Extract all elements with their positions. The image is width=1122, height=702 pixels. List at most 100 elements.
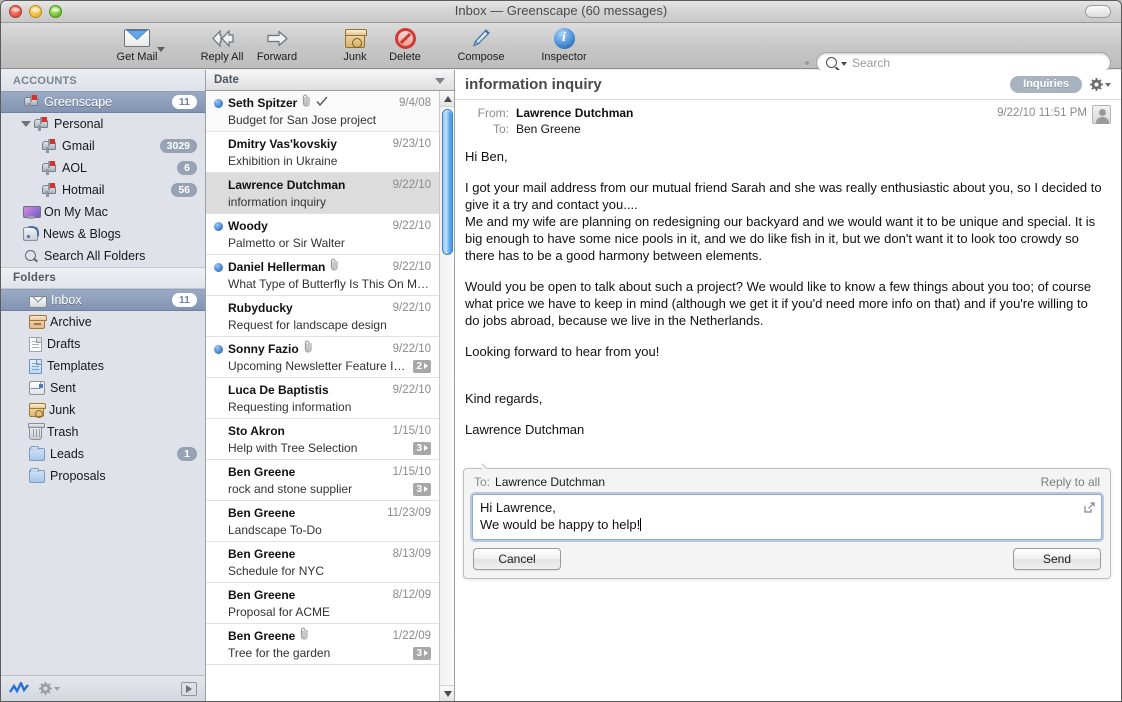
toolbar-delete-button[interactable]: Delete [369, 26, 441, 63]
popout-icon[interactable] [1084, 500, 1095, 513]
table-row[interactable]: Ben Greene 8/12/09 Proposal for ACME [206, 583, 439, 624]
sidebar-item-junk[interactable]: Junk [1, 399, 205, 421]
sort-descending-icon[interactable] [435, 78, 445, 84]
table-row[interactable]: Woody 9/22/10 Palmetto or Sir Walter [206, 214, 439, 255]
sidebar-item-leads[interactable]: Leads 1 [1, 443, 205, 465]
table-row[interactable]: Ben Greene 8/13/09 Schedule for NYC [206, 542, 439, 583]
thread-count-badge[interactable]: 2 [413, 359, 431, 373]
unread-dot[interactable] [214, 221, 223, 231]
sidebar-item-label: News & Blogs [43, 227, 121, 241]
table-row[interactable]: Sto Akron 1/15/10 Help with Tree Selection… [206, 419, 439, 460]
table-row[interactable]: Luca De Baptistis 9/22/10 Requesting infor… [206, 378, 439, 419]
from-label: From: [477, 106, 509, 120]
message-actions-menu[interactable] [1090, 78, 1111, 91]
from-value[interactable]: Lawrence Dutchman [516, 106, 633, 120]
table-row[interactable]: Lawrence Dutchman 9/22/10 information inqu… [206, 173, 439, 214]
send-button[interactable]: Send [1013, 548, 1101, 570]
mail-window: Inbox — Greenscape (60 messages) Get Mai… [0, 0, 1122, 702]
table-row[interactable]: Ben Greene 1/22/09 Tree for the garden 3 [206, 624, 439, 665]
message-subject-preview: Request for landscape design [228, 318, 387, 332]
screen-icon [23, 205, 41, 219]
message-sender: Ben Greene [228, 547, 296, 561]
scrollbar-thumb[interactable] [442, 109, 453, 255]
thread-count-badge[interactable]: 3 [413, 441, 431, 455]
unread-badge: 11 [171, 293, 197, 307]
message-list-scrollbar[interactable] [439, 91, 454, 701]
scroll-down-icon[interactable] [440, 685, 454, 701]
text-cursor [640, 518, 642, 531]
message-subject-preview: What Type of Butterfly Is This On M… [228, 277, 429, 291]
mailbox-icon [41, 182, 57, 198]
toolbar-get-mail-button[interactable]: Get Mail [101, 26, 173, 63]
show-pane-icon[interactable] [181, 681, 197, 696]
toolbar-label: Compose [457, 51, 505, 63]
sidebar-item-inbox[interactable]: Inbox 11 [1, 289, 205, 311]
sidebar-item-label: Sent [50, 381, 76, 395]
table-row[interactable]: Daniel Hellerman 9/22/10 What Type of Butt… [206, 255, 439, 296]
mailbox-icon [33, 116, 49, 132]
message-date: 9/22/10 [392, 179, 431, 191]
thread-count-badge[interactable]: 3 [413, 482, 431, 496]
unread-dot[interactable] [214, 344, 223, 354]
sidebar-item-news-blogs[interactable]: News & Blogs [1, 223, 205, 245]
message-viewer: information inquiry Inquiries From: Lawr… [455, 70, 1121, 701]
chevron-down-icon [54, 686, 60, 691]
sidebar-item-aol[interactable]: AOL 6 [1, 157, 205, 179]
message-date: 9/22/10 [392, 302, 431, 314]
sidebar-item-proposals[interactable]: Proposals [1, 465, 205, 487]
table-row[interactable]: Sonny Fazio 9/22/10 Upcoming Newsletter Fe… [206, 337, 439, 378]
sidebar-item-search-all-folders[interactable]: Search All Folders [1, 245, 205, 267]
sidebar-item-templates[interactable]: Templates [1, 355, 205, 377]
thread-count-badge[interactable]: 3 [413, 646, 431, 660]
reply-to-row: To: Lawrence Dutchman Reply to all [472, 475, 1102, 489]
reply-text-input[interactable]: Hi Lawrence, We would be happy to help! [472, 494, 1102, 540]
body-paragraph: I got your mail address from our mutual … [465, 180, 1102, 212]
table-row[interactable]: Ben Greene 1/15/10 rock and stone supplier… [206, 460, 439, 501]
toolbar-label: Inspector [541, 51, 587, 63]
message-subject-preview: Proposal for ACME [228, 605, 331, 619]
search-icon [826, 57, 837, 68]
message-subject-preview: Schedule for NYC [228, 564, 325, 578]
activity-chart-icon[interactable] [9, 679, 29, 696]
sidebar-item-hotmail[interactable]: Hotmail 56 [1, 179, 205, 201]
table-row[interactable]: Ben Greene 11/23/09 Landscape To-Do [206, 501, 439, 542]
gear-icon[interactable] [39, 682, 60, 695]
scroll-up-icon[interactable] [440, 91, 454, 107]
callout-arrow [482, 462, 494, 469]
toolbar-toggle-button[interactable] [1085, 5, 1111, 18]
message-body: Hi Ben, I got your mail address from our… [455, 142, 1121, 701]
message-list-header[interactable]: Date [206, 70, 454, 91]
sidebar-item-label: Personal [54, 117, 104, 131]
table-row[interactable]: Seth Spitzer 9/4/08 Budget for San Jose pr… [206, 91, 439, 132]
reply-to-all-link[interactable]: Reply to all [1041, 475, 1100, 489]
toolbar-compose-button[interactable]: Compose [445, 26, 517, 63]
sidebar-item-personal[interactable]: Personal [1, 113, 205, 135]
attachment-icon [303, 340, 314, 358]
sidebar-item-archive[interactable]: Archive [1, 311, 205, 333]
cancel-button[interactable]: Cancel [473, 548, 561, 570]
sidebar-item-sent[interactable]: Sent [1, 377, 205, 399]
sidebar-item-drafts[interactable]: Drafts [1, 333, 205, 355]
sidebar-item-label: Leads [50, 447, 85, 461]
unread-dot[interactable] [214, 262, 223, 272]
sidebar-item-on-my-mac[interactable]: On My Mac [1, 201, 205, 223]
unread-dot[interactable] [214, 98, 223, 108]
toolbar-overflow-dot[interactable] [805, 60, 809, 65]
folder-icon [29, 467, 45, 483]
sidebar-item-gmail[interactable]: Gmail 3029 [1, 135, 205, 157]
chevron-down-icon[interactable] [157, 47, 165, 52]
table-row[interactable]: Dmitry Vas'kovskiy 9/23/10 Exhibition in U… [206, 132, 439, 173]
replied-check-icon [316, 96, 328, 110]
status-badge[interactable]: Inquiries [1010, 76, 1082, 93]
reply-text-line-2: We would be happy to help! [480, 517, 642, 532]
disclosure-triangle-icon[interactable] [21, 121, 31, 127]
message-subject-preview: Landscape To-Do [228, 523, 322, 537]
sidebar-item-trash[interactable]: Trash [1, 421, 205, 443]
rss-icon [23, 227, 38, 241]
table-row[interactable]: Rubyducky 9/22/10 Request for landscape de… [206, 296, 439, 337]
window-title: Inbox — Greenscape (60 messages) [454, 3, 668, 18]
toolbar-inspector-button[interactable]: i Inspector [528, 26, 600, 63]
to-value[interactable]: Ben Greene [516, 122, 581, 136]
sidebar-item-greenscape[interactable]: Greenscape 11 [1, 91, 205, 113]
toolbar-forward-button[interactable]: Forward [241, 26, 313, 63]
